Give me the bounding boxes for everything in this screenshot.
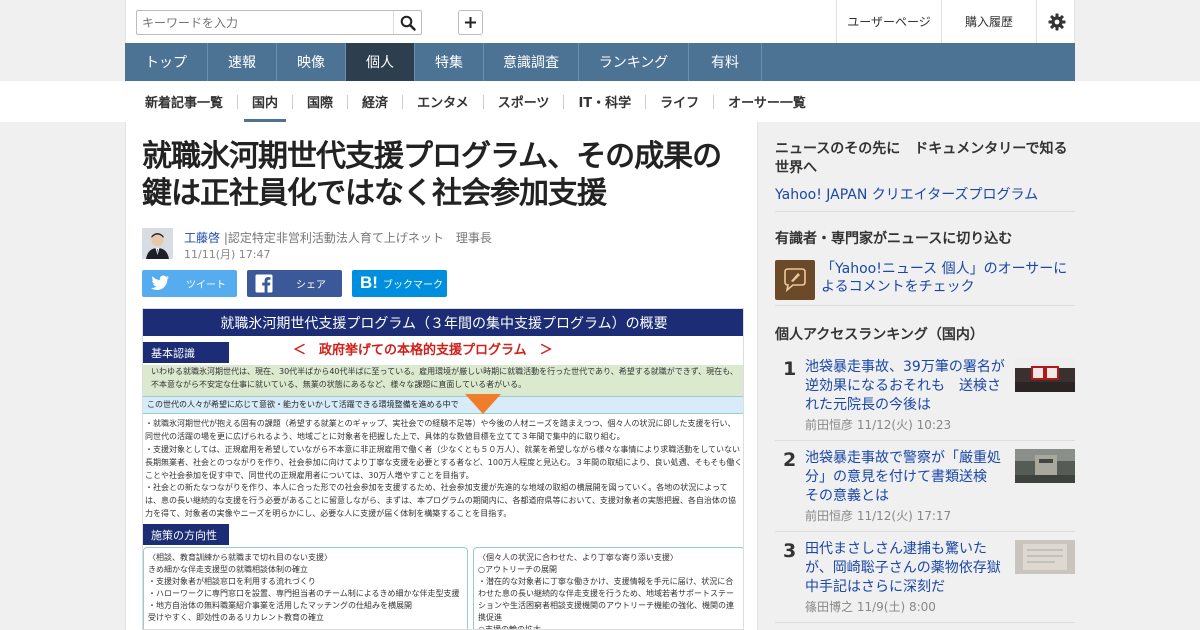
article-figure: 就職氷河期世代支援プログラム（３年間の集中支援プログラム）の概要 基本認識 ＜ …	[142, 308, 744, 630]
subnav-item-authors[interactable]: オーサー一覧	[728, 81, 806, 122]
hatena-b-icon: B!	[360, 273, 378, 292]
figure-column-right: 〈個々人の状況に合わせた、より丁寧な寄り添い支援〉 ○アウトリーチの展開 ・潜在…	[473, 547, 743, 629]
ranking-thumbnail[interactable]	[1015, 449, 1075, 483]
divider	[775, 440, 1075, 441]
tab-breaking[interactable]: 速報	[208, 43, 277, 81]
figure-heading: 就職氷河期世代支援プログラム（３年間の集中支援プログラム）の概要	[143, 309, 743, 336]
sidebar-heading: 有識者・専門家がニュースに切り込む	[775, 231, 1013, 247]
tweet-button[interactable]: ツイート	[142, 270, 237, 297]
divider	[347, 94, 349, 109]
rank-number: 2	[783, 449, 797, 471]
top-bar: ユーザーページ 購入履歴	[125, 0, 1075, 43]
divider	[775, 622, 1075, 623]
ranking-thumbnail[interactable]	[1015, 358, 1075, 392]
purchase-history-link[interactable]: 購入履歴	[941, 0, 1036, 43]
ranking-thumbnail[interactable]	[1015, 540, 1075, 574]
tab-top[interactable]: トップ	[125, 43, 208, 81]
hatena-bookmark-label: ブックマーク	[383, 280, 443, 291]
article-date: 11/11(月) 17:47	[184, 248, 271, 261]
figure-para-4: ・社会との新たなつながりを作り、本人に合った形での社会参加を支援するため、社会参…	[145, 483, 736, 518]
creators-program-link[interactable]: Yahoo! JAPAN クリエイターズプログラム	[775, 186, 1075, 204]
subnav-item-economy[interactable]: 経済	[362, 81, 388, 122]
figure-para-2: ・就職氷河期世代が抱える固有の課題（希望する就業とのギャップ、実社会での経験不足…	[145, 419, 736, 441]
subnav-item-entertainment[interactable]: エンタメ	[417, 81, 469, 122]
divider	[713, 94, 715, 109]
experts-row[interactable]: 「Yahoo!ニュース 個人」のオーサーによるコメントをチェック	[775, 260, 1075, 302]
comment-pen-icon	[775, 260, 815, 300]
divider	[645, 94, 647, 109]
author-comments-link[interactable]: 「Yahoo!ニュース 個人」のオーサーによるコメントをチェック	[821, 260, 1071, 296]
figure-tag-basic: 基本認識	[143, 342, 229, 363]
ranking-meta: 篠田博之 11/9(土) 8:00	[805, 600, 936, 614]
divider	[563, 94, 565, 109]
figure-column-left: 〈相談、教育訓練から就職まで切れ目のない支援〉 きめ細かな伴走支援型の就職相談体…	[143, 547, 468, 629]
ranking-item[interactable]: 2 池袋暴走事故で警察が「厳重処分」の意見を付けて書類送検 その意義とは 前田恒…	[775, 449, 1075, 531]
article-title: 就職氷河期世代支援プログラム、その成果の鍵は正社員化ではなく社会参加支援	[142, 139, 722, 211]
user-page-link[interactable]: ユーザーページ	[836, 0, 941, 43]
facebook-icon	[255, 274, 273, 293]
ranking-item[interactable]: 1 池袋暴走事故、39万筆の署名が逆効果になるおそれも 送検された元院長の今後は…	[775, 358, 1075, 440]
article: 就職氷河期世代支援プログラム、その成果の鍵は正社員化ではなく社会参加支援 工藤啓…	[125, 122, 758, 630]
author-name-link[interactable]: 工藤啓	[184, 231, 220, 245]
twitter-bird-icon	[151, 275, 169, 290]
add-button[interactable]	[458, 10, 483, 35]
sidebar-block-experts: 有識者・専門家がニュースに切り込む 「Yahoo!ニュース 個人」のオーサーによ…	[775, 230, 1075, 302]
divider	[482, 94, 484, 109]
search-icon	[400, 15, 416, 31]
search-input[interactable]	[137, 11, 387, 34]
tab-individual[interactable]: 個人	[346, 43, 415, 81]
search-box	[136, 10, 422, 35]
tab-paid[interactable]: 有料	[689, 43, 762, 81]
settings-button[interactable]	[1036, 0, 1076, 43]
divider	[775, 305, 1075, 306]
main-nav: トップ 速報 映像 個人 特集 意識調査 ランキング 有料	[125, 43, 1075, 81]
search-button[interactable]	[393, 11, 421, 34]
ranking-heading-text: 個人アクセスランキング（国内）	[775, 327, 984, 343]
figure-blue-band: この世代の人々が希望に応じて意欲・能力をいかして活躍できる環境整備を進める中で	[143, 396, 743, 414]
divider	[292, 94, 294, 109]
subnav-item-life[interactable]: ライフ	[660, 81, 699, 122]
ranking-title-link[interactable]: 田代まさしさん逮捕も驚いたが、岡崎聡子さんの薬物依存獄中手記はさらに深刻だ	[805, 540, 1009, 597]
divider	[402, 94, 404, 109]
ranking-title-link[interactable]: 池袋暴走事故で警察が「厳重処分」の意見を付けて書類送検 その意義とは	[805, 449, 1009, 506]
tweet-label: ツイート	[186, 280, 226, 291]
down-arrow-icon	[465, 394, 501, 414]
rank-number: 3	[783, 540, 797, 562]
author-photo	[142, 228, 173, 259]
divider	[775, 211, 1075, 212]
ranking-meta: 前田恒彦 11/12(火) 17:17	[805, 509, 952, 523]
plus-icon	[465, 17, 476, 28]
rank-number: 1	[783, 358, 797, 380]
sidebar-heading: ニュースのその先に ドキュメンタリーで知る世界へ	[775, 141, 1068, 176]
subnav-item-domestic[interactable]: 国内	[244, 81, 287, 122]
ranking-title-link[interactable]: 池袋暴走事故、39万筆の署名が逆効果になるおそれも 送検された元院長の今後は	[805, 358, 1009, 415]
author-line: 工藤啓 |認定特定非営利活動法人育て上げネット 理事長	[184, 229, 492, 246]
sub-nav: 新着記事一覧 国内 国際 経済 エンタメ スポーツ IT・科学 ライフ オーサー…	[125, 81, 1075, 122]
tab-video[interactable]: 映像	[277, 43, 346, 81]
sidebar-block-documentary: ニュースのその先に ドキュメンタリーで知る世界へ Yahoo! JAPAN クリ…	[775, 140, 1075, 204]
subnav-item-international[interactable]: 国際	[307, 81, 333, 122]
sidebar: ニュースのその先に ドキュメンタリーで知る世界へ Yahoo! JAPAN クリ…	[759, 122, 1075, 630]
facebook-share-label: シェア	[296, 280, 326, 291]
tab-ranking[interactable]: ランキング	[579, 43, 689, 81]
divider	[775, 531, 1075, 532]
ranking-item[interactable]: 3 田代まさしさん逮捕も驚いたが、岡崎聡子さんの薬物依存獄中手記はさらに深刻だ …	[775, 540, 1075, 622]
subnav-item-new[interactable]: 新着記事一覧	[145, 81, 223, 122]
figure-tag-direction: 施策の方向性	[143, 524, 229, 545]
ranking-meta: 前田恒彦 11/12(火) 10:23	[805, 418, 952, 432]
subnav-item-it-science[interactable]: IT・科学	[578, 81, 631, 122]
divider	[237, 94, 239, 109]
author-avatar[interactable]	[142, 228, 173, 259]
facebook-share-button[interactable]: シェア	[247, 270, 342, 297]
ranking-heading: 個人アクセスランキング（国内）	[775, 326, 1075, 345]
author-description: |認定特定非営利活動法人育て上げネット 理事長	[223, 231, 492, 245]
figure-para-1: いわゆる就職氷河期世代は、現在、30代半ばから40代半ばに至っている。雇用環境が…	[151, 367, 738, 389]
gear-icon	[1048, 13, 1065, 30]
figure-subtitle: ＜ 政府挙げての本格的支援プログラム ＞	[293, 343, 553, 358]
subnav-item-sports[interactable]: スポーツ	[498, 81, 550, 122]
hatena-bookmark-button[interactable]: B! ブックマーク	[352, 270, 447, 297]
tab-survey[interactable]: 意識調査	[484, 43, 579, 81]
figure-para-3: ・支援対象としては、正規雇用を希望していながら不本意に非正規雇用で働く者（少なく…	[145, 445, 743, 480]
tab-feature[interactable]: 特集	[415, 43, 484, 81]
